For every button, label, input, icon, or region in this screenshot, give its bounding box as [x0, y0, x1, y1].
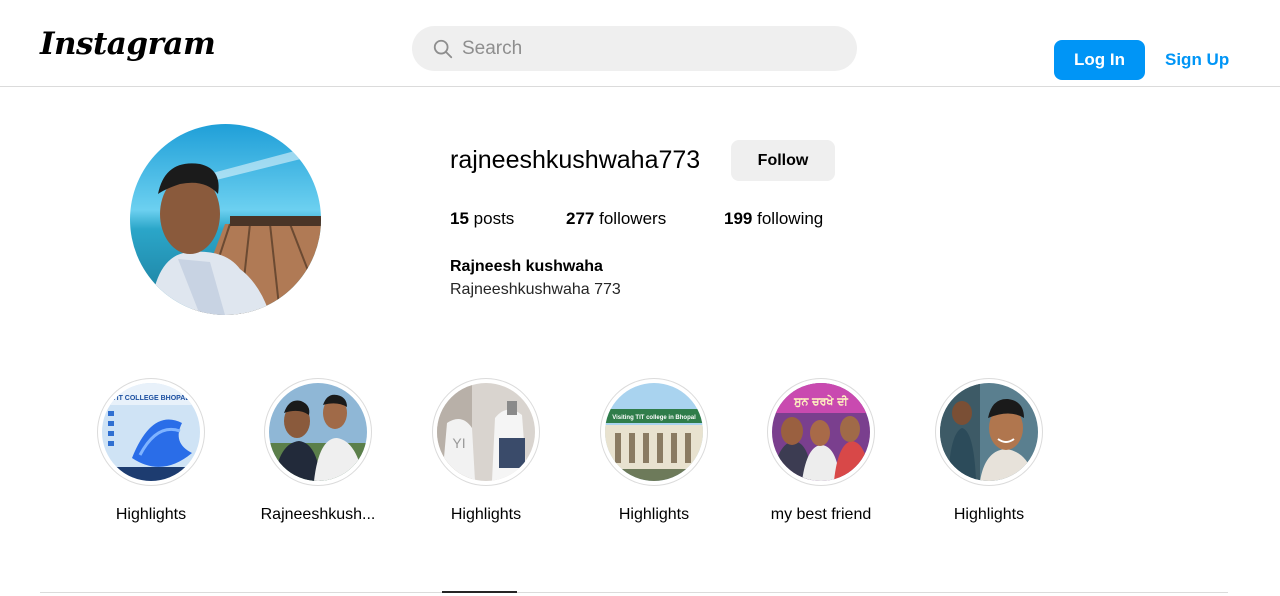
highlight-cover-text: TIT COLLEGE BHOPAL — [112, 395, 190, 402]
login-button[interactable]: Log In — [1054, 40, 1145, 80]
highlight-cover: ਸੁਨ ਚਰਖੇ ਦੀ — [772, 383, 870, 481]
top-navigation-bar: Instagram Log In Sign Up — [0, 0, 1280, 87]
highlight-cover — [269, 383, 367, 481]
story-highlight[interactable]: Rajneeshkush... — [253, 378, 383, 524]
search-box[interactable] — [412, 26, 857, 71]
search-icon — [433, 39, 453, 59]
highlight-label: Highlights — [115, 506, 187, 523]
highlight-cover: YI — [437, 383, 535, 481]
followers-number: 277 — [566, 209, 595, 228]
highlight-ring — [935, 378, 1043, 486]
story-highlight[interactable]: Highlights — [924, 378, 1054, 524]
posts-count: 15 posts — [450, 209, 514, 229]
posts-label: posts — [473, 209, 515, 228]
profile-avatar[interactable] — [130, 124, 321, 315]
search-input[interactable] — [462, 26, 842, 71]
highlight-ring: Visiting TIT college in Bhopal — [600, 378, 708, 486]
story-highlight[interactable]: Visiting TIT college in Bhopal Highlight… — [589, 378, 719, 524]
tabs-divider — [40, 592, 1228, 593]
highlight-ring: YI — [432, 378, 540, 486]
highlight-label: Rajneeshkush... — [260, 506, 376, 523]
highlight-label: my best friend — [770, 506, 872, 523]
avatar-photo — [130, 124, 321, 315]
following-count[interactable]: 199 following — [724, 209, 823, 229]
instagram-logo[interactable]: Instagram — [40, 26, 216, 62]
highlight-cover-text: ਸੁਨ ਚਰਖੇ ਦੀ — [793, 394, 848, 408]
highlight-label: Highlights — [618, 506, 690, 523]
signup-link[interactable]: Sign Up — [1165, 40, 1229, 80]
highlight-cover — [940, 383, 1038, 481]
following-label: following — [757, 209, 824, 228]
highlight-ring: TIT COLLEGE BHOPAL — [97, 378, 205, 486]
story-highlight[interactable]: ਸੁਨ ਚਰਖੇ ਦੀ my best friend — [756, 378, 886, 524]
svg-text:YI: YI — [452, 435, 465, 451]
profile-username: rajneeshkushwaha773 — [450, 146, 701, 174]
profile-bio: Rajneeshkushwaha 773 — [450, 281, 621, 298]
highlight-label: Highlights — [450, 506, 522, 523]
followers-label: followers — [599, 209, 667, 228]
profile-full-name: Rajneesh kushwaha — [450, 258, 603, 275]
story-highlight[interactable]: TIT COLLEGE BHOPAL Highlights — [86, 378, 216, 524]
following-number: 199 — [724, 209, 753, 228]
story-highlight[interactable]: YI Highlights — [421, 378, 551, 524]
followers-count[interactable]: 277 followers — [566, 209, 666, 229]
highlight-ring: ਸੁਨ ਚਰਖੇ ਦੀ — [767, 378, 875, 486]
active-tab-indicator[interactable] — [442, 591, 517, 593]
highlight-cover: Visiting TIT college in Bhopal — [605, 383, 703, 481]
highlight-label: Highlights — [953, 506, 1025, 523]
posts-number: 15 — [450, 209, 469, 228]
highlight-cover-text: Visiting TIT college in Bhopal — [612, 415, 696, 421]
highlight-cover: TIT COLLEGE BHOPAL — [102, 383, 200, 481]
follow-button[interactable]: Follow — [731, 140, 835, 181]
highlight-ring — [264, 378, 372, 486]
